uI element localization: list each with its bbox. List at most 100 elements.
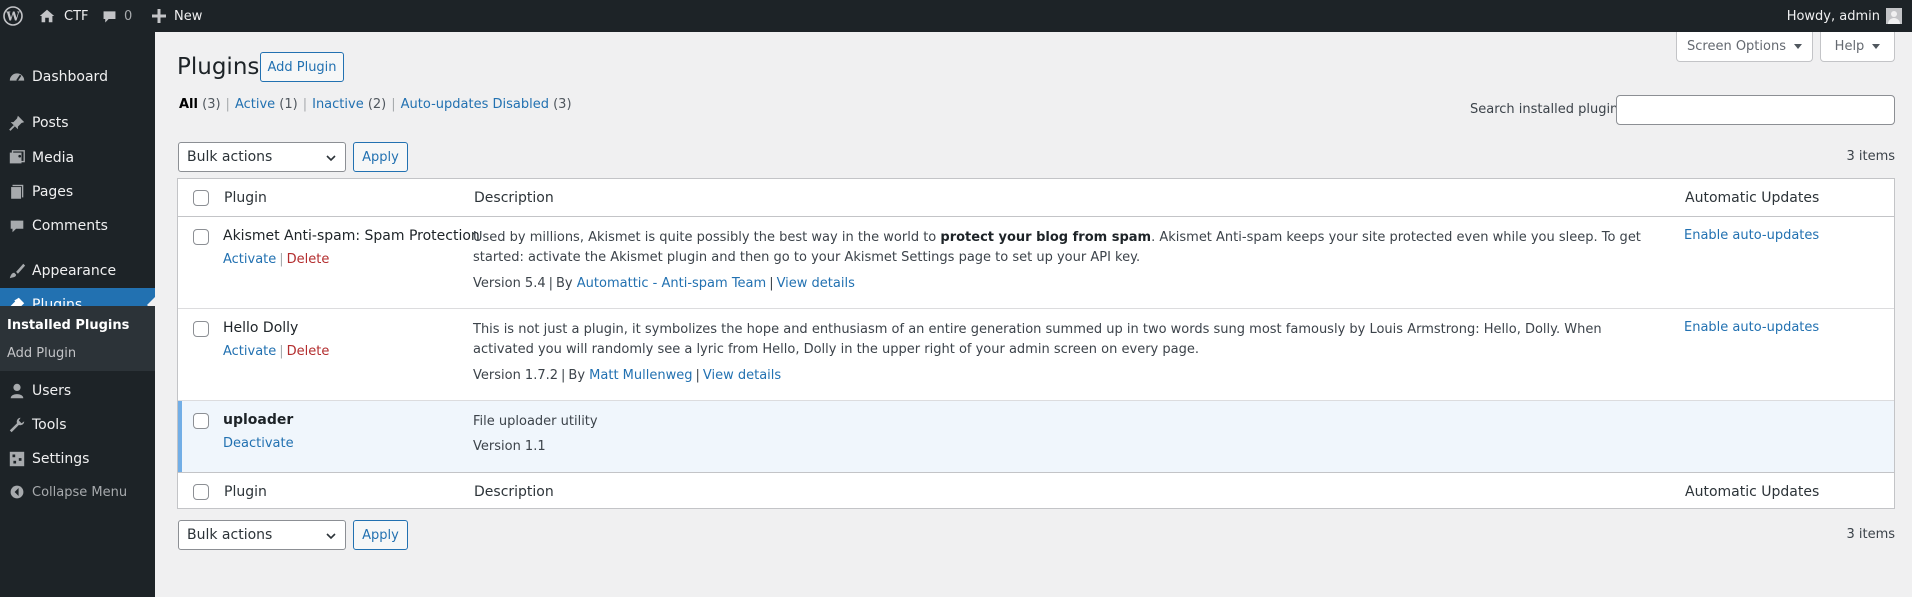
plus-icon — [152, 9, 166, 23]
search-label: Search installed plugins — [1470, 102, 1626, 117]
plugin-name: uploader — [223, 412, 294, 428]
column-plugin: Plugin — [224, 190, 267, 206]
page-title: Plugins — [177, 54, 260, 80]
svg-text:W: W — [5, 10, 20, 24]
apply-button-top[interactable]: Apply — [353, 142, 408, 172]
enable-auto-updates-link[interactable]: Enable auto-updates — [1684, 320, 1819, 335]
column-plugin: Plugin — [224, 484, 267, 500]
paintbrush-icon — [2, 262, 32, 280]
sidebar-item-dashboard[interactable]: Dashboard — [0, 60, 155, 94]
collapse-menu-button[interactable]: Collapse Menu — [0, 475, 155, 509]
caret-down-icon — [1872, 44, 1881, 49]
plugin-description: This is not just a plugin, it symbolizes… — [473, 322, 1602, 357]
sidebar-item-users[interactable]: Users — [0, 374, 155, 408]
new-label: New — [174, 8, 203, 24]
wordpress-logo-icon[interactable]: W — [3, 0, 23, 32]
table-row: Hello Dolly Activate | Delete This is not … — [178, 309, 1894, 401]
row-actions: Activate | Delete — [223, 344, 330, 359]
settings-icon — [2, 450, 32, 468]
activate-link[interactable]: Activate — [223, 344, 276, 359]
author-link[interactable]: Automattic - Anti-spam Team — [577, 276, 766, 291]
sidebar-item-posts[interactable]: Posts — [0, 106, 155, 140]
filter-inactive[interactable]: Inactive — [312, 97, 364, 112]
row-checkbox[interactable] — [193, 413, 209, 429]
sidebar-item-settings[interactable]: Settings — [0, 442, 155, 476]
sidebar-item-appearance[interactable]: Appearance — [0, 254, 155, 288]
comments-count: 0 — [124, 8, 133, 24]
howdy-text: Howdy, admin — [1786, 8, 1880, 24]
collapse-arrow-icon — [2, 484, 32, 500]
table-row: uploader Deactivate File uploader utilit… — [178, 401, 1894, 472]
bulk-actions-select-top[interactable]: Bulk actions — [178, 142, 346, 172]
column-description: Description — [474, 190, 554, 206]
table-row: Akismet Anti-spam: Spam Protection Activ… — [178, 217, 1894, 309]
home-icon — [39, 9, 55, 23]
submenu-installed-plugins[interactable]: Installed Plugins — [7, 318, 129, 333]
site-name: CTF — [64, 8, 89, 24]
plugin-meta: Version 5.4 | By Automattic - Anti-spam Te… — [473, 276, 855, 291]
comment-bubble-icon — [103, 10, 116, 22]
caret-down-icon — [1794, 44, 1802, 49]
select-all-checkbox-bottom[interactable] — [193, 484, 209, 500]
apply-button-bottom[interactable]: Apply — [353, 520, 408, 550]
items-count-top: 3 items — [1846, 149, 1895, 164]
submenu-add-plugin[interactable]: Add Plugin — [7, 346, 76, 361]
row-actions: Deactivate — [223, 436, 294, 451]
view-details-link[interactable]: View details — [703, 368, 781, 383]
status-filters: All (3) | Active (1) | Inactive (2) | Auto-upd… — [179, 97, 572, 112]
sidebar-item-comments[interactable]: Comments — [0, 209, 155, 243]
table-footer: Plugin Description Automatic Updates — [178, 472, 1894, 510]
pages-icon — [2, 183, 32, 201]
help-button[interactable]: Help — [1820, 32, 1895, 62]
sidebar-item-media[interactable]: Media — [0, 141, 155, 175]
media-icon — [2, 149, 32, 167]
plugins-table: Plugin Description Automatic Updates Aki… — [177, 178, 1895, 509]
site-name-link[interactable]: CTF — [38, 0, 89, 32]
filter-active[interactable]: Active — [235, 97, 275, 112]
plugin-name: Akismet Anti-spam: Spam Protection — [223, 228, 480, 244]
column-automatic-updates: Automatic Updates — [1685, 484, 1820, 500]
plugin-description: Used by millions, Akismet is quite possi… — [473, 230, 1641, 265]
column-automatic-updates: Automatic Updates — [1685, 190, 1820, 206]
row-checkbox[interactable] — [193, 321, 209, 337]
delete-link[interactable]: Delete — [287, 344, 330, 359]
chevron-down-icon — [326, 155, 336, 162]
search-plugins-input[interactable] — [1616, 95, 1895, 125]
view-details-link[interactable]: View details — [777, 276, 855, 291]
plugin-name: Hello Dolly — [223, 320, 299, 336]
comments-icon — [2, 217, 32, 235]
enable-auto-updates-link[interactable]: Enable auto-updates — [1684, 228, 1819, 243]
admin-bar: W CTF 0 New Howdy, admin — [0, 0, 1912, 32]
sidebar-item-pages[interactable]: Pages — [0, 175, 155, 209]
chevron-down-icon — [326, 533, 336, 540]
filter-auto-updates-disabled[interactable]: Auto-updates Disabled — [401, 97, 549, 112]
sidebar-item-tools[interactable]: Tools — [0, 408, 155, 442]
deactivate-link[interactable]: Deactivate — [223, 436, 294, 451]
add-plugin-button[interactable]: Add Plugin — [260, 52, 344, 82]
plugin-meta: Version 1.7.2 | By Matt Mullenweg | View det… — [473, 368, 782, 383]
filter-all[interactable]: All — [179, 97, 198, 112]
screen-options-button[interactable]: Screen Options — [1676, 32, 1813, 62]
new-content-link[interactable]: New — [152, 0, 202, 32]
plugin-meta: Version 1.1 — [473, 439, 546, 454]
wrench-icon — [2, 416, 32, 434]
row-checkbox[interactable] — [193, 229, 209, 245]
select-all-checkbox[interactable] — [193, 190, 209, 206]
pin-icon — [2, 114, 32, 132]
plugin-description: File uploader utility — [473, 414, 598, 429]
table-header: Plugin Description Automatic Updates — [178, 179, 1894, 217]
row-actions: Activate | Delete — [223, 252, 330, 267]
comments-link[interactable]: 0 — [101, 0, 132, 32]
users-icon — [2, 382, 32, 400]
my-account-link[interactable]: Howdy, admin — [1787, 0, 1902, 32]
bulk-actions-select-bottom[interactable]: Bulk actions — [178, 520, 346, 550]
author-link[interactable]: Matt Mullenweg — [589, 368, 692, 383]
plugins-submenu: Installed Plugins Add Plugin — [0, 306, 155, 371]
column-description: Description — [474, 484, 554, 500]
avatar — [1886, 8, 1902, 24]
dashboard-icon — [2, 68, 32, 86]
delete-link[interactable]: Delete — [287, 252, 330, 267]
admin-sidebar: Dashboard Posts Media Pages Comments App… — [0, 32, 155, 597]
activate-link[interactable]: Activate — [223, 252, 276, 267]
items-count-bottom: 3 items — [1846, 527, 1895, 542]
